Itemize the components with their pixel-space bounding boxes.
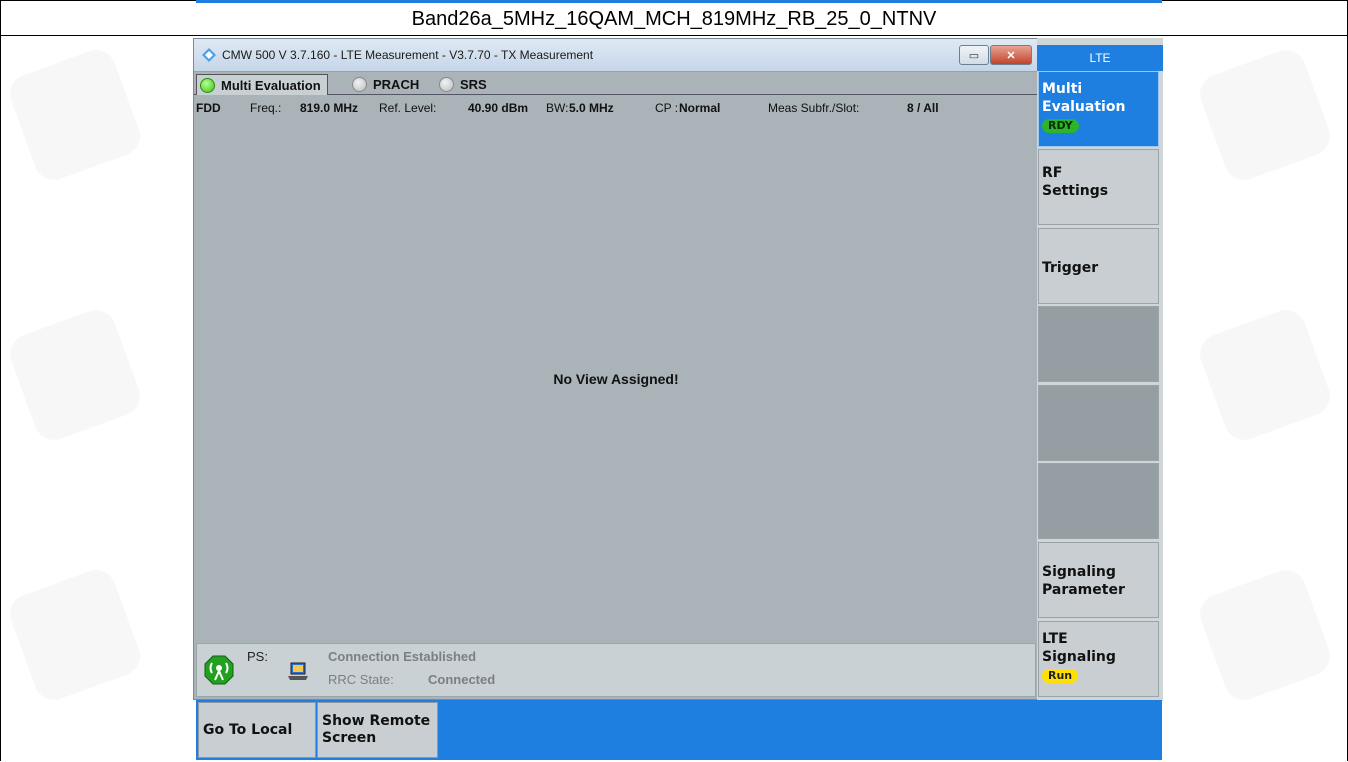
softkey-label: Evaluation xyxy=(1042,99,1126,115)
softkey-empty[interactable] xyxy=(1038,306,1159,382)
softkey-label: Signaling xyxy=(1042,649,1116,665)
softkey-multi-evaluation[interactable]: Multi Evaluation RDY xyxy=(1038,71,1159,147)
duplex-mode: FDD xyxy=(196,101,221,115)
bottom-softkey-bar: Go To Local Show Remote Screen xyxy=(196,700,1162,760)
antenna-icon xyxy=(204,655,234,685)
bw-value: 5.0 MHz xyxy=(569,101,614,115)
measurement-info-bar: FDD Freq.: 819.0 MHz Ref. Level: 40.90 d… xyxy=(196,97,1036,117)
tab-label: PRACH xyxy=(373,76,420,92)
softkey-label: Parameter xyxy=(1042,582,1125,598)
status-badge: Run xyxy=(1042,669,1079,683)
ps-label: PS: xyxy=(247,649,268,664)
softkey-signaling-parameter[interactable]: Signaling Parameter xyxy=(1038,542,1159,618)
freq-label: Freq.: xyxy=(250,101,282,115)
button-label: Show Remote xyxy=(322,713,431,729)
button-label: Go To Local xyxy=(203,721,293,738)
softkey-label: Settings xyxy=(1042,183,1109,199)
tab-label: Multi Evaluation xyxy=(221,77,321,93)
laptop-icon xyxy=(288,662,308,680)
meas-subframe-value: 8 / All xyxy=(907,101,939,115)
window-controls: ▭ ✕ xyxy=(958,45,1032,65)
go-to-local-button[interactable]: Go To Local xyxy=(198,702,316,758)
signaling-status-bar: PS: Connection Established RRC State: Co… xyxy=(196,643,1036,697)
softkey-rf-settings[interactable]: RF Settings xyxy=(1038,149,1159,225)
softkey-trigger[interactable]: Trigger xyxy=(1038,228,1159,304)
softkey-lte-signaling[interactable]: LTE Signaling Run xyxy=(1038,621,1159,697)
measurement-window: CMW 500 V 3.7.160 - LTE Measurement - V3… xyxy=(193,38,1039,700)
led-grey-icon xyxy=(439,76,454,92)
caption: Band26a_5MHz_16QAM_MCH_819MHz_RB_25_0_NT… xyxy=(1,3,1347,36)
minimize-icon[interactable]: ▭ xyxy=(959,45,989,65)
tab-multi-evaluation[interactable]: Multi Evaluation xyxy=(196,74,328,95)
bw-label: BW: xyxy=(546,101,569,115)
button-label: Screen xyxy=(322,730,377,746)
connection-status: Connection Established xyxy=(328,649,477,664)
show-remote-screen-button[interactable]: Show Remote Screen xyxy=(317,702,438,758)
ref-level-label: Ref. Level: xyxy=(379,101,437,115)
ref-level-value: 40.90 dBm xyxy=(468,101,529,115)
softkey-label: Multi xyxy=(1042,81,1083,97)
softkey-empty[interactable] xyxy=(1038,385,1159,461)
panel-header-lte[interactable]: LTE xyxy=(1037,45,1163,71)
close-icon[interactable]: ✕ xyxy=(990,45,1032,65)
led-grey-icon xyxy=(352,76,367,92)
no-view-message: No View Assigned! xyxy=(553,371,679,387)
tab-bar: Multi Evaluation PRACH SRS xyxy=(194,72,1038,95)
status-badge: RDY xyxy=(1042,119,1079,133)
softkey-label: RF xyxy=(1042,165,1063,181)
window-title: CMW 500 V 3.7.160 - LTE Measurement - V3… xyxy=(222,48,594,62)
tab-srs[interactable]: SRS xyxy=(439,74,487,94)
softkey-label: Trigger xyxy=(1042,260,1099,276)
softkey-panel: LTE Multi Evaluation RDY RF Settings Tri… xyxy=(1037,38,1163,701)
tab-label: SRS xyxy=(460,76,487,92)
softkey-empty[interactable] xyxy=(1038,463,1159,539)
rrc-state-label: RRC State: xyxy=(328,672,394,687)
window-titlebar[interactable]: CMW 500 V 3.7.160 - LTE Measurement - V3… xyxy=(194,39,1038,72)
rrc-state-value: Connected xyxy=(428,672,496,687)
cp-value: Normal xyxy=(679,101,721,115)
softkey-label: LTE xyxy=(1042,631,1068,647)
freq-value: 819.0 MHz xyxy=(300,101,359,115)
cp-label: CP : xyxy=(655,101,679,115)
softkey-label: Signaling xyxy=(1042,564,1116,580)
led-green-icon xyxy=(200,77,215,93)
tab-prach[interactable]: PRACH xyxy=(352,74,419,94)
app-icon xyxy=(202,48,216,62)
meas-subframe-label: Meas Subfr./Slot: xyxy=(768,101,860,115)
